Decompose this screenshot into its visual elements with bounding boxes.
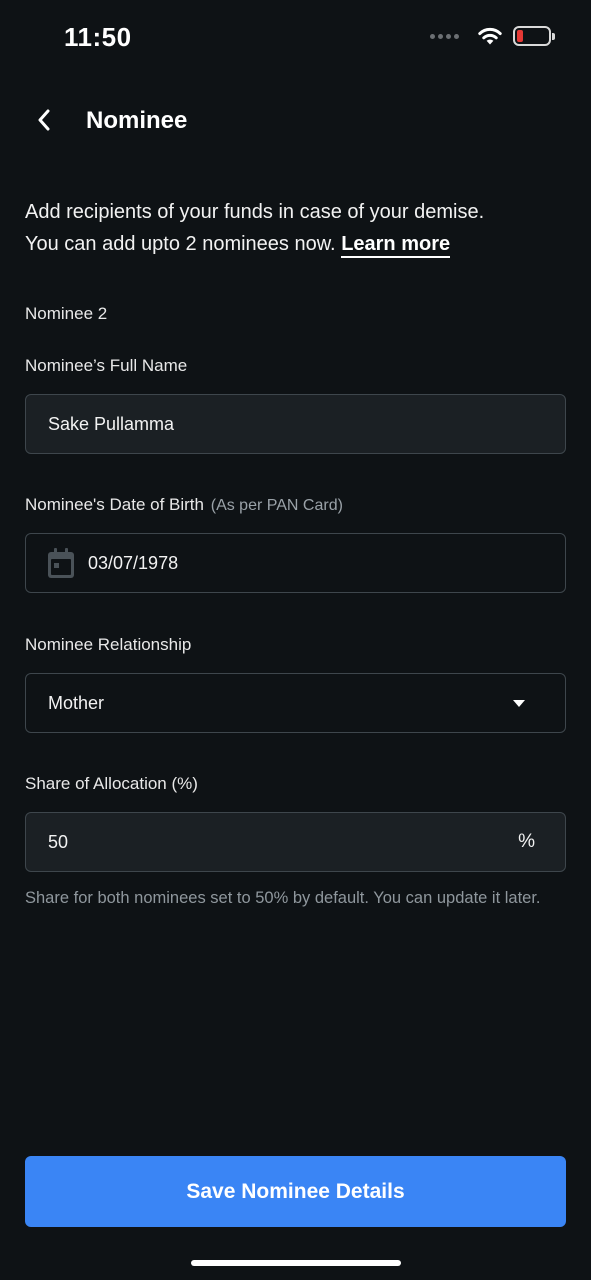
full-name-label: Nominee’s Full Name	[25, 356, 188, 375]
learn-more-link[interactable]: Learn more	[341, 233, 451, 258]
percent-suffix: %	[518, 831, 535, 852]
status-indicators	[430, 26, 555, 46]
calendar-icon	[48, 548, 74, 578]
back-button[interactable]	[28, 104, 60, 136]
intro-text: Add recipients of your funds in case of …	[25, 196, 570, 260]
share-helper-text: Share for both nominees set to 50% by de…	[25, 889, 541, 907]
share-value: 50	[48, 831, 69, 852]
intro-line-1: Add recipients of your funds in case of …	[25, 201, 485, 223]
wifi-icon	[478, 27, 502, 45]
nominee-section-label: Nominee 2	[25, 304, 108, 323]
status-time: 11:50	[64, 22, 132, 52]
cellular-signal-icon	[430, 33, 459, 39]
intro-line-2: You can add upto 2 nominees now. Learn m…	[25, 228, 570, 260]
share-input[interactable]: 50 %	[25, 812, 566, 872]
relationship-label: Nominee Relationship	[25, 635, 192, 654]
chevron-left-icon	[38, 109, 50, 131]
dob-label-hint: (As per PAN Card)	[210, 497, 343, 514]
battery-icon	[513, 26, 555, 46]
intro-line-2-text: You can add upto 2 nominees now.	[25, 233, 336, 255]
nominee-screen: 11:50 Nominee Add recipients of your fun…	[0, 0, 591, 1280]
home-indicator	[191, 1260, 401, 1266]
dob-input[interactable]: 03/07/1978	[25, 533, 566, 593]
full-name-input[interactable]: Sake Pullamma	[25, 394, 566, 454]
share-label: Share of Allocation (%)	[25, 774, 198, 793]
page-title: Nominee	[86, 107, 188, 134]
relationship-select[interactable]: Mother	[25, 673, 566, 733]
relationship-value: Mother	[48, 692, 105, 713]
dob-value: 03/07/1978	[88, 552, 179, 573]
dob-label: Nominee's Date of Birth (As per PAN Card…	[25, 495, 343, 515]
caret-down-icon	[513, 699, 525, 707]
dob-label-text: Nominee's Date of Birth	[25, 495, 204, 514]
save-nominee-button[interactable]: Save Nominee Details	[25, 1156, 566, 1227]
full-name-value: Sake Pullamma	[48, 413, 175, 434]
